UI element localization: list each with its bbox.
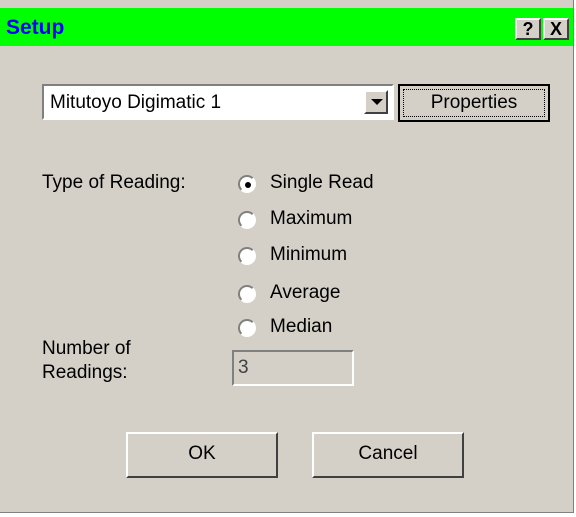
radio-unchecked-icon (238, 211, 256, 229)
radio-checked-icon (238, 175, 256, 193)
help-button[interactable]: ? (515, 18, 541, 40)
dialog-title: Setup (6, 16, 65, 39)
radio-label: Single Read (270, 172, 374, 193)
radio-average[interactable]: Average (238, 282, 538, 308)
radio-unchecked-icon (238, 247, 256, 265)
number-of-readings-field[interactable]: 3 (232, 350, 354, 386)
radio-median[interactable]: Median (238, 316, 538, 342)
radio-maximum[interactable]: Maximum (238, 208, 538, 234)
device-dropdown-value: Mitutoyo Digimatic 1 (50, 92, 222, 113)
properties-button[interactable]: Properties (398, 84, 550, 122)
radio-unchecked-icon (238, 319, 256, 337)
radio-single-read[interactable]: Single Read (238, 172, 538, 198)
cancel-button[interactable]: Cancel (312, 432, 464, 478)
properties-button-label: Properties (403, 89, 545, 117)
title-bar[interactable]: Setup ? X (0, 8, 573, 46)
radio-label: Maximum (270, 208, 353, 229)
chevron-down-icon[interactable] (364, 90, 388, 114)
type-of-reading-label: Type of Reading: (42, 172, 186, 193)
close-button[interactable]: X (543, 18, 569, 40)
device-dropdown[interactable]: Mitutoyo Digimatic 1 (42, 84, 394, 120)
radio-unchecked-icon (238, 285, 256, 303)
radio-label: Average (270, 282, 341, 303)
number-of-readings-value: 3 (238, 357, 249, 378)
radio-label: Minimum (270, 244, 348, 265)
ok-button[interactable]: OK (126, 432, 278, 478)
number-of-readings-label-line2: Readings: (42, 362, 128, 383)
radio-minimum[interactable]: Minimum (238, 244, 538, 270)
number-of-readings-label-line1: Number of (42, 338, 131, 359)
setup-dialog: Setup ? X Mitutoyo Digimatic 1 Propertie… (0, 0, 574, 513)
radio-label: Median (270, 316, 333, 337)
